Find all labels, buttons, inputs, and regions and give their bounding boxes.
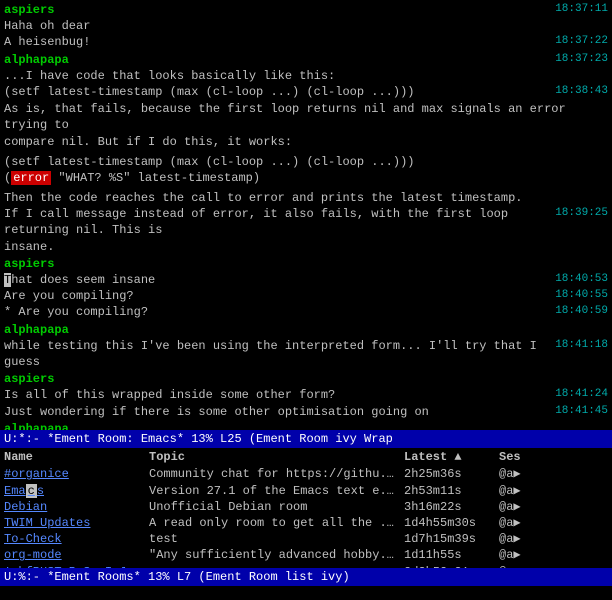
col-topic: Topic xyxy=(147,448,402,466)
room-name[interactable]: org-mode xyxy=(2,547,147,563)
room-latest: 3h16m22s xyxy=(402,499,497,515)
room-topic xyxy=(147,564,402,569)
table-row[interactable]: Emacs Version 27.1 of the Emacs text e..… xyxy=(0,483,612,499)
room-latest: 2d3h52m31s xyxy=(402,564,497,569)
cursor: T xyxy=(4,273,11,287)
timestamp: 18:39:25 xyxy=(555,206,608,221)
table-header: Name Topic Latest ▲ Ses xyxy=(0,448,612,466)
room-session: @a▶ xyxy=(497,499,567,515)
table-row[interactable]: !xbfPHSTwPySgaIeJnz:ma... 2d3h52m31s @a▶ xyxy=(0,564,612,569)
table-row[interactable]: TWIM Updates A read only room to get all… xyxy=(0,515,612,531)
chat-text: (setf latest-timestamp (max (cl-loop ...… xyxy=(4,84,551,100)
room-latest: 2h53m11s xyxy=(402,483,497,499)
room-name[interactable]: #organice xyxy=(2,466,147,482)
room-topic: test xyxy=(147,531,402,547)
room-topic: Unofficial Debian room xyxy=(147,499,402,515)
username: alphapapa xyxy=(4,322,69,338)
chat-text: That does seem insane xyxy=(4,272,551,288)
room-session: @a▶ xyxy=(497,483,567,499)
chat-text: (setf latest-timestamp (max (cl-loop ...… xyxy=(4,154,608,170)
room-name[interactable]: Emacs xyxy=(2,483,147,499)
room-session: @a▶ xyxy=(497,466,567,482)
chat-text: A heisenbug! xyxy=(4,34,551,50)
chat-area: aspiers 18:37:11 Haha oh dear A heisenbu… xyxy=(0,0,612,430)
room-name[interactable]: To-Check xyxy=(2,531,147,547)
timestamp: 18:38:43 xyxy=(555,84,608,99)
timestamp: 18:41:18 xyxy=(555,338,608,353)
room-topic: Version 27.1 of the Emacs text e... xyxy=(147,483,402,499)
message-block-5: alphapapa while testing this I've been u… xyxy=(4,322,608,371)
chat-text: ...I have code that looks basically like… xyxy=(4,68,608,84)
username: alphapapa xyxy=(4,421,69,430)
chat-text: * Are you compiling? xyxy=(4,304,551,320)
message-block-6: aspiers Is all of this wrapped inside so… xyxy=(4,371,608,420)
col-session: Ses xyxy=(497,448,567,466)
room-latest: 1d11h55s xyxy=(402,547,497,563)
room-latest: 2h25m36s xyxy=(402,466,497,482)
chat-text: As is, that fails, because the first loo… xyxy=(4,101,608,133)
room-topic: Community chat for https://githu... xyxy=(147,466,402,482)
table-row[interactable]: #organice Community chat for https://git… xyxy=(0,466,612,482)
username: aspiers xyxy=(4,2,54,18)
chat-text: compare nil. But if I do this, it works: xyxy=(4,134,608,150)
room-session: @a▶ xyxy=(497,564,567,569)
timestamp: 18:37:11 xyxy=(555,2,608,17)
col-latest: Latest ▲ xyxy=(402,448,497,466)
status-bar-bottom-text: U:%:- *Ement Rooms* 13% L7 (Ement Room l… xyxy=(4,570,350,584)
timestamp: 18:41:45 xyxy=(555,404,608,419)
error-highlight: error xyxy=(11,171,51,185)
room-session: @a▶ xyxy=(497,531,567,547)
chat-text: while testing this I've been using the i… xyxy=(4,338,551,370)
room-name[interactable]: Debian xyxy=(2,499,147,515)
room-topic: A read only room to get all the ... xyxy=(147,515,402,531)
message-block-4: aspiers That does seem insane 18:40:53 A… xyxy=(4,256,608,321)
table-area: Name Topic Latest ▲ Ses #organice Commun… xyxy=(0,448,612,568)
username: aspiers xyxy=(4,371,54,387)
username: alphapapa xyxy=(4,52,69,68)
timestamp: 18:37:22 xyxy=(555,34,608,49)
message-block-3: As is, that fails, because the first loo… xyxy=(4,101,608,255)
chat-text: Then the code reaches the call to error … xyxy=(4,190,608,206)
message-block-2: alphapapa 18:37:23 ...I have code that l… xyxy=(4,52,608,101)
timestamp: 18:37:23 xyxy=(555,52,608,67)
timestamp: 18:41:24 xyxy=(555,387,608,402)
room-name[interactable]: TWIM Updates xyxy=(2,515,147,531)
chat-text: Is all of this wrapped inside some other… xyxy=(4,387,551,403)
room-name[interactable]: !xbfPHSTwPySgaIeJnz:ma... xyxy=(2,564,147,569)
chat-text: Haha oh dear xyxy=(4,18,608,34)
room-session: @a▶ xyxy=(497,547,567,563)
chat-text: insane. xyxy=(4,239,608,255)
col-name: Name xyxy=(2,448,147,466)
message-block-1: aspiers 18:37:11 Haha oh dear A heisenbu… xyxy=(4,2,608,51)
chat-text: (error "WHAT? %S" latest-timestamp) xyxy=(4,170,608,186)
timestamp: 18:40:53 xyxy=(555,272,608,287)
chat-text: Are you compiling? xyxy=(4,288,551,304)
status-bar-top: U:*:- *Ement Room: Emacs* 13% L25 (Ement… xyxy=(0,430,612,448)
room-session: @a▶ xyxy=(497,515,567,531)
table-row[interactable]: Debian Unofficial Debian room 3h16m22s @… xyxy=(0,499,612,515)
table-row[interactable]: org-mode "Any sufficiently advanced hobb… xyxy=(0,547,612,563)
timestamp: 18:40:55 xyxy=(555,288,608,303)
table-row[interactable]: To-Check test 1d7h15m39s @a▶ xyxy=(0,531,612,547)
username: aspiers xyxy=(4,256,54,272)
room-latest: 1d7h15m39s xyxy=(402,531,497,547)
chat-text: If I call message instead of error, it a… xyxy=(4,206,551,238)
chat-text: Just wondering if there is some other op… xyxy=(4,404,551,420)
status-bar-top-text: U:*:- *Ement Room: Emacs* 13% L25 (Ement… xyxy=(4,432,393,446)
room-latest: 1d4h55m30s xyxy=(402,515,497,531)
message-block-7: alphapapa byte-compiling seems to have m… xyxy=(4,421,608,430)
status-bar-bottom: U:%:- *Ement Rooms* 13% L7 (Ement Room l… xyxy=(0,568,612,586)
timestamp: 18:40:59 xyxy=(555,304,608,319)
room-topic: "Any sufficiently advanced hobby... xyxy=(147,547,402,563)
